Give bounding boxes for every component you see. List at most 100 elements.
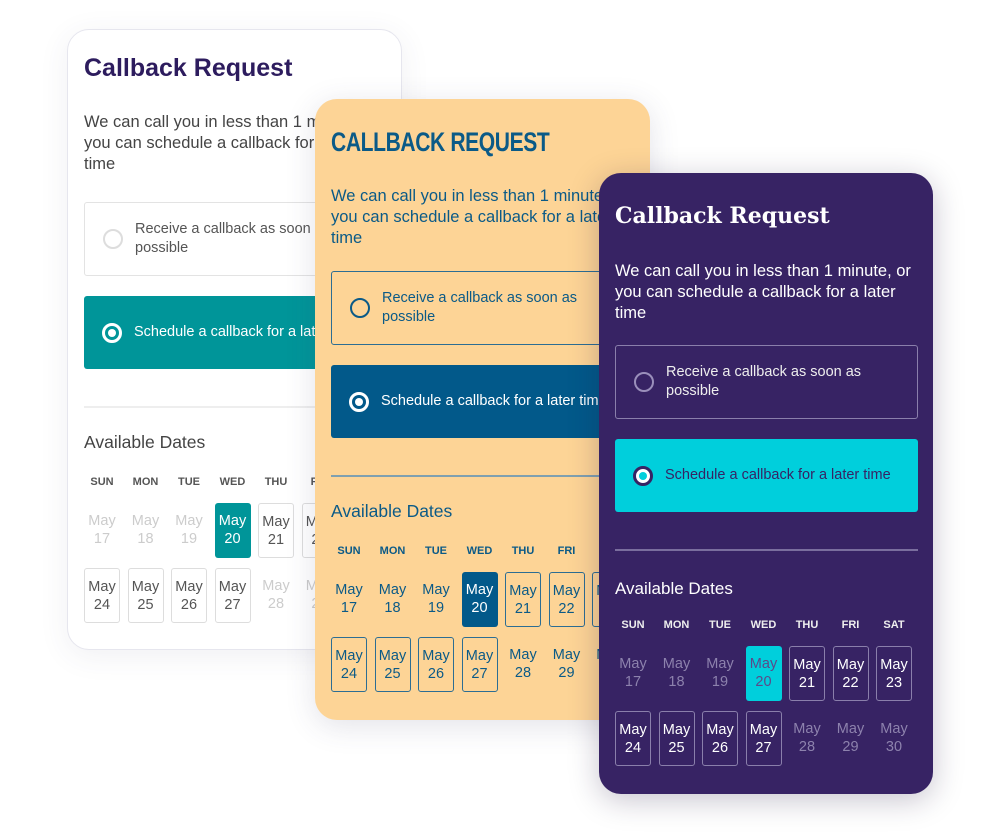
date-cell-disabled: May 28 [258,568,294,623]
option-schedule-later[interactable]: Schedule a callback for a later time [615,439,918,512]
date-month: May [262,578,290,594]
date-cell-available[interactable]: May 24 [84,568,120,623]
date-day: 24 [340,666,358,682]
date-month: May [131,513,160,529]
date-cell-disabled: May 29 [549,637,585,692]
date-month: May [218,513,247,529]
date-day: 20 [755,674,772,690]
date-day: 28 [798,739,816,755]
date-month: May [880,657,908,673]
date-day: 25 [384,666,401,682]
date-month: May [749,656,778,672]
date-cell-available[interactable]: May 23 [876,646,912,701]
date-month: May [836,721,865,737]
date-cell-available[interactable]: May 25 [127,568,164,623]
date-day: 17 [340,600,358,616]
date-cell-selected[interactable]: May 20 [461,572,498,627]
date-month: May [131,579,160,595]
card-description: We can call you in less than 1 minute, o… [615,262,911,322]
date-month: May [335,648,363,664]
radio-unchecked-icon[interactable] [103,229,123,249]
available-dates-heading: Available Dates [331,501,453,521]
date-month: May [465,582,494,598]
date-month: May [175,513,203,529]
date-month: May [509,583,537,599]
weekday-label: SUN [621,619,645,631]
date-day: 25 [137,597,154,613]
option-schedule-later[interactable]: Schedule a callback for a later time [331,365,634,438]
date-cell-disabled: May 28 [789,711,825,766]
date-cell-available[interactable]: May 25 [658,711,695,766]
date-cell-available[interactable]: May 27 [461,637,498,692]
available-dates-heading: Available Dates [84,432,206,452]
callback-card-purple: Callback Request We can call you in less… [599,173,933,794]
date-month: May [793,721,821,737]
date-cell-selected[interactable]: May 20 [214,503,251,558]
date-day: 29 [842,739,859,755]
date-cell-disabled: May 19 [171,503,207,558]
date-cell-disabled: May 30 [876,711,912,766]
option-label: Schedule a callback for a later time [381,393,607,409]
radio-unchecked-icon[interactable] [350,298,370,318]
date-cell-available[interactable]: May 21 [789,646,825,701]
date-month: May [378,648,407,664]
option-callback-asap[interactable]: Receive a callback as soon as possible [615,345,918,419]
date-day: 28 [267,596,285,612]
date-day: 21 [798,675,816,691]
weekday-label: FRI [841,619,860,631]
date-cell-available[interactable]: May 21 [505,572,541,627]
date-day: 26 [711,740,729,756]
date-cell-available[interactable]: May 26 [171,568,207,623]
weekday-label: TUE [709,619,731,631]
date-month: May [662,722,691,738]
date-month: May [88,513,116,529]
date-cell-available[interactable]: May 25 [374,637,411,692]
date-cell-disabled: May 18 [659,646,695,701]
date-cell-available[interactable]: May 27 [214,568,251,623]
date-cell-disabled: May 29 [833,711,869,766]
weekday-label: WED [750,619,777,631]
radio-checked-icon[interactable] [349,391,369,412]
date-day: 27 [224,597,241,613]
date-month: May [706,656,734,672]
date-cell-available[interactable]: May 26 [418,637,454,692]
date-day: 26 [180,597,198,613]
radio-checked-icon[interactable] [633,465,653,486]
divider [331,475,634,477]
date-month: May [836,657,865,673]
date-day: 19 [427,600,445,616]
date-cell-disabled: May 19 [702,646,738,701]
date-cell-available[interactable]: May 24 [331,637,367,692]
card-description: We can call you in less than 1 minute, o… [331,187,627,247]
option-label: Schedule a callback for a later time [665,467,891,483]
date-cell-available[interactable]: May 26 [702,711,738,766]
option-callback-asap[interactable]: Receive a callback as soon as possible [331,271,634,345]
divider [615,549,918,551]
date-month: May [552,583,581,599]
date-month: May [422,582,450,598]
date-cell-available[interactable]: May 21 [258,503,294,558]
date-month: May [749,722,778,738]
weekday-label: SUN [90,476,114,488]
date-month: May [465,648,494,664]
date-cell-available[interactable]: May 22 [832,646,869,701]
radio-unchecked-icon[interactable] [634,372,654,392]
date-cell-available[interactable]: May 24 [615,711,651,766]
weekday-label: WED [219,476,246,488]
weekday-label: WED [466,545,493,557]
weekday-label: THU [795,619,819,631]
date-cell-selected[interactable]: May 20 [745,646,782,701]
date-month: May [88,579,116,595]
date-day: 25 [668,740,685,756]
date-cell-disabled: May 17 [331,572,367,627]
date-cell-available[interactable]: May 27 [745,711,782,766]
available-dates-heading: Available Dates [615,579,733,598]
weekday-label: SAT [883,619,905,631]
weekday-label: TUE [178,476,200,488]
weekday-label: MON [379,545,406,557]
date-month: May [335,582,363,598]
date-cell-available[interactable]: May 22 [548,572,585,627]
radio-checked-icon[interactable] [102,322,122,343]
date-day: 19 [180,531,198,547]
date-day: 19 [711,674,729,690]
